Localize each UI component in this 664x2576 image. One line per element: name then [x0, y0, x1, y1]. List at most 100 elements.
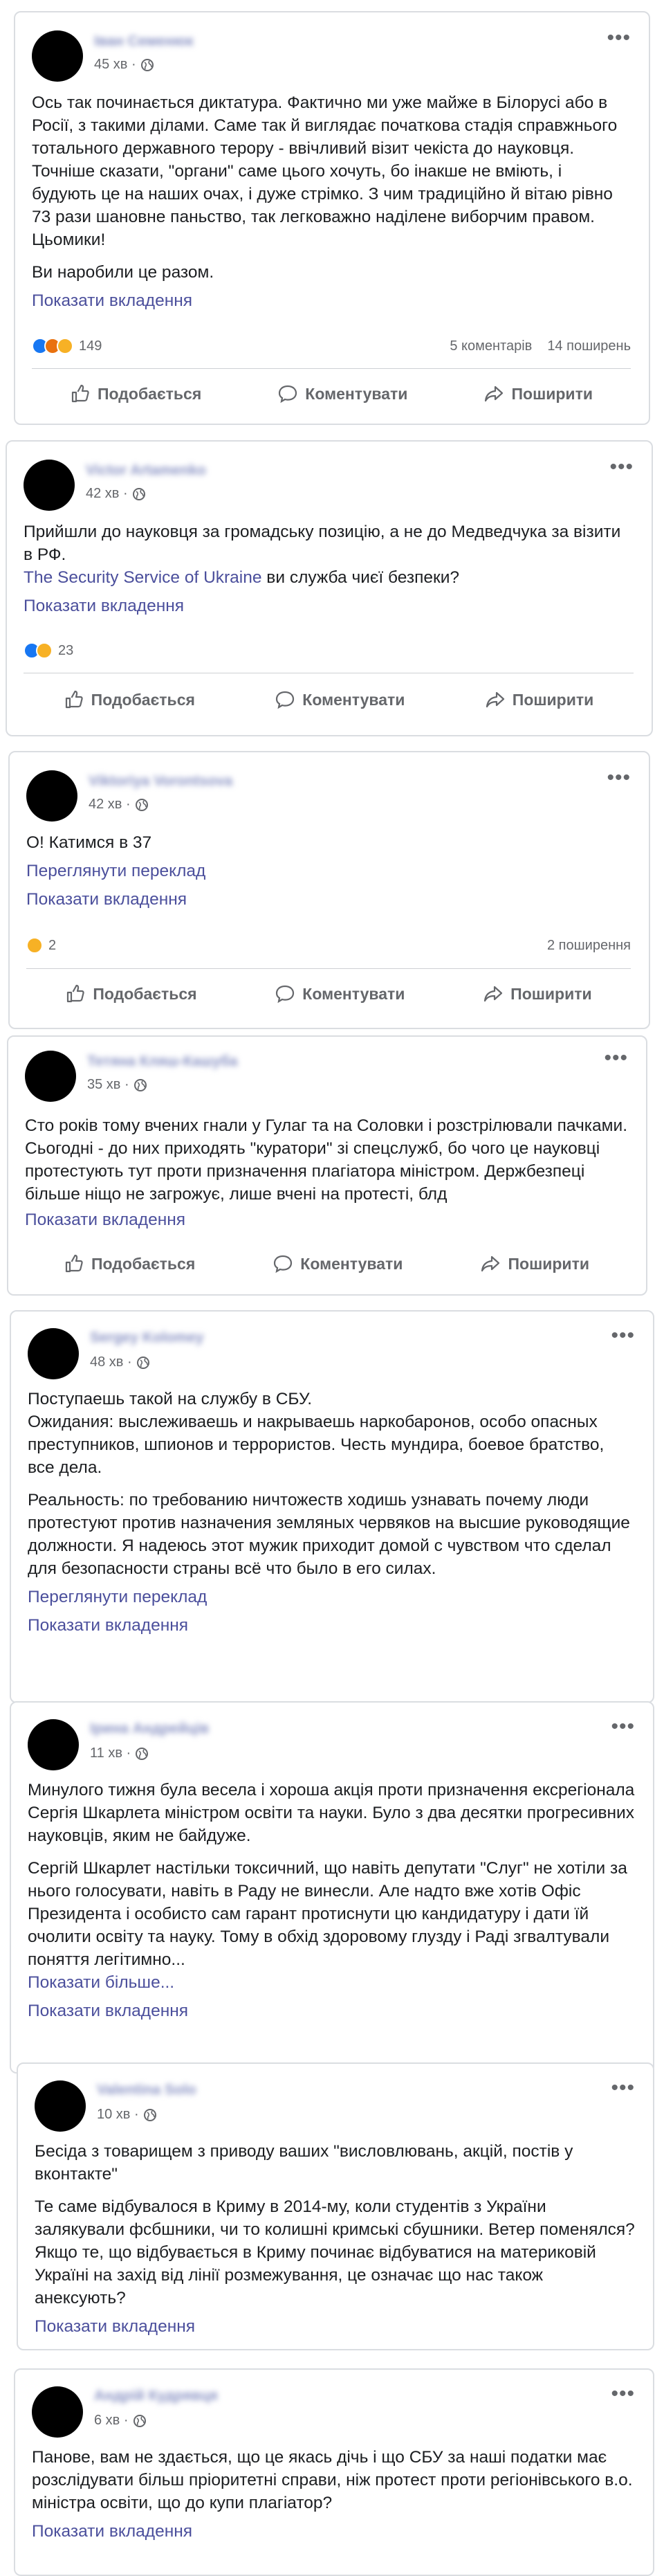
- like-button[interactable]: Подобається: [70, 383, 201, 404]
- comments-count[interactable]: 5 коментарів: [450, 338, 532, 354]
- like-label: Подобається: [91, 1254, 196, 1273]
- post-time[interactable]: 35 хв ·: [87, 1077, 129, 1093]
- divider: [26, 968, 631, 969]
- sad-reaction-icon[interactable]: [36, 642, 53, 659]
- share-icon: [485, 386, 504, 402]
- divider: [32, 368, 631, 369]
- see-translation-link[interactable]: Переглянути переклад: [28, 1586, 635, 1608]
- share-button[interactable]: Поширити: [480, 1253, 589, 1274]
- post-time[interactable]: 42 хв ·: [89, 797, 131, 813]
- more-options-icon[interactable]: •••: [611, 1716, 635, 1737]
- post-card: Viktoriya Vorontsova 42 хв · ••• О! Кати…: [8, 751, 650, 1029]
- show-attachments-link[interactable]: Показати вкладення: [28, 1614, 635, 1637]
- share-button[interactable]: Поширити: [485, 689, 593, 710]
- post-card: Valentina Solo 10 хв · ••• Бесіда з това…: [17, 2062, 654, 2350]
- more-options-icon[interactable]: •••: [607, 28, 631, 48]
- more-options-icon[interactable]: •••: [609, 457, 634, 478]
- reactions-bar: 23: [24, 639, 634, 662]
- post-time[interactable]: 11 хв ·: [90, 1745, 131, 1761]
- globe-icon: [133, 1078, 147, 1091]
- sad-reaction-icon[interactable]: [26, 937, 43, 954]
- comment-label: Коментувати: [302, 984, 405, 1003]
- show-attachments-link[interactable]: Показати вкладення: [26, 888, 631, 911]
- post-time[interactable]: 10 хв ·: [97, 2107, 139, 2123]
- thumbs-up-icon: [71, 384, 89, 403]
- like-button[interactable]: Подобається: [64, 1253, 195, 1274]
- share-button[interactable]: Поширити: [483, 383, 593, 404]
- share-icon: [486, 691, 504, 708]
- avatar[interactable]: [28, 1328, 79, 1379]
- show-attachments-link[interactable]: Показати вкладення: [28, 1999, 635, 2022]
- reaction-count[interactable]: 23: [58, 643, 73, 659]
- share-button[interactable]: Поширити: [483, 983, 592, 1004]
- avatar[interactable]: [35, 2080, 86, 2132]
- show-more-link[interactable]: Показати більше...: [28, 1971, 635, 1994]
- more-options-icon[interactable]: •••: [607, 768, 631, 788]
- author-name[interactable]: Іван Семенюк: [94, 33, 194, 50]
- post-time[interactable]: 48 хв ·: [90, 1354, 132, 1370]
- avatar[interactable]: [32, 2386, 83, 2438]
- author-name[interactable]: Ірина Андрейців: [90, 1721, 209, 1737]
- more-options-icon[interactable]: •••: [611, 2078, 635, 2098]
- like-button[interactable]: Подобається: [64, 689, 195, 710]
- comment-button[interactable]: Коментувати: [275, 689, 405, 710]
- shares-count[interactable]: 14 поширень: [547, 338, 631, 354]
- mention-rest: ви служба чиєї безпеки?: [261, 568, 460, 587]
- author-name[interactable]: Viktoriya Vorontsova: [89, 773, 232, 790]
- more-options-icon[interactable]: •••: [604, 1048, 628, 1069]
- comment-icon: [276, 985, 295, 1004]
- like-label: Подобається: [91, 690, 195, 709]
- post-meta: 42 хв ·: [89, 797, 149, 813]
- author-name[interactable]: Sergey Kolomey: [90, 1330, 204, 1346]
- thumbs-up-icon: [65, 690, 83, 709]
- reaction-count[interactable]: 149: [79, 338, 102, 354]
- author-name[interactable]: Тетяна Кляш-Кашуба: [87, 1053, 237, 1070]
- author-name[interactable]: Андрій Кудрявця: [94, 2388, 218, 2404]
- globe-icon: [132, 487, 145, 500]
- post-time[interactable]: 45 хв ·: [94, 57, 136, 73]
- see-translation-link[interactable]: Переглянути переклад: [26, 860, 631, 882]
- share-icon: [484, 986, 503, 1002]
- post-paragraph: Реальность: по требованию ничтожеств ход…: [28, 1491, 630, 1578]
- avatar[interactable]: [28, 1719, 79, 1770]
- globe-icon: [136, 1356, 149, 1369]
- post-time[interactable]: 6 хв ·: [94, 2413, 129, 2429]
- post-paragraph: Ви наробили це разом.: [32, 263, 214, 282]
- comment-icon: [274, 1255, 293, 1273]
- comment-button[interactable]: Коментувати: [277, 383, 407, 404]
- post-paragraph: Панове, вам не здається, що це якась діч…: [32, 2448, 633, 2512]
- page-mention-link[interactable]: The Security Service of Ukraine: [24, 568, 262, 587]
- author-name[interactable]: Victor Artamenko: [86, 462, 206, 479]
- more-options-icon[interactable]: •••: [611, 1325, 635, 1346]
- post-paragraph: Минулого тижня була весела і хороша акці…: [28, 1781, 635, 1845]
- post-card: Іван Семенюк 45 хв · ••• Ось так починає…: [14, 11, 650, 425]
- shares-count[interactable]: 2 поширення: [547, 938, 631, 954]
- action-bar: Подобається Коментувати Поширити: [25, 1247, 628, 1280]
- author-name[interactable]: Valentina Solo: [97, 2082, 196, 2098]
- post-paragraph: Ось так починається диктатура. Фактично …: [32, 93, 618, 249]
- avatar[interactable]: [32, 30, 83, 82]
- post-text: Минулого тижня була весела і хороша акці…: [28, 1779, 635, 2022]
- post-card: Victor Artamenko 42 хв · ••• Прийшли до …: [6, 440, 653, 736]
- globe-icon: [133, 2414, 146, 2427]
- more-options-icon[interactable]: •••: [611, 2384, 635, 2404]
- comment-button[interactable]: Коментувати: [275, 983, 405, 1004]
- show-attachments-link[interactable]: Показати вкладення: [32, 289, 631, 312]
- like-button[interactable]: Подобається: [65, 983, 197, 1004]
- show-attachments-link[interactable]: Показати вкладення: [35, 2315, 635, 2338]
- avatar[interactable]: [26, 770, 77, 822]
- post-paragraph: Сергій Шкарлет настільки токсичний, що н…: [28, 1859, 627, 1969]
- reaction-count[interactable]: 2: [48, 938, 56, 954]
- sad-reaction-icon[interactable]: [57, 338, 73, 354]
- show-attachments-link[interactable]: Показати вкладення: [24, 595, 634, 617]
- post-card: Андрій Кудрявця 6 хв · ••• Панове, вам н…: [14, 2368, 654, 2576]
- show-attachments-link[interactable]: Показати вкладення: [32, 2520, 635, 2543]
- globe-icon: [135, 798, 148, 811]
- avatar[interactable]: [25, 1051, 76, 1102]
- comment-button[interactable]: Коментувати: [273, 1253, 403, 1274]
- show-attachments-link[interactable]: Показати вкладення: [25, 1208, 628, 1231]
- avatar[interactable]: [24, 460, 75, 511]
- post-time[interactable]: 42 хв ·: [86, 486, 128, 502]
- post-meta: 35 хв ·: [87, 1077, 147, 1093]
- post-card: Sergey Kolomey 48 хв · ••• Поступаешь та…: [10, 1310, 654, 1703]
